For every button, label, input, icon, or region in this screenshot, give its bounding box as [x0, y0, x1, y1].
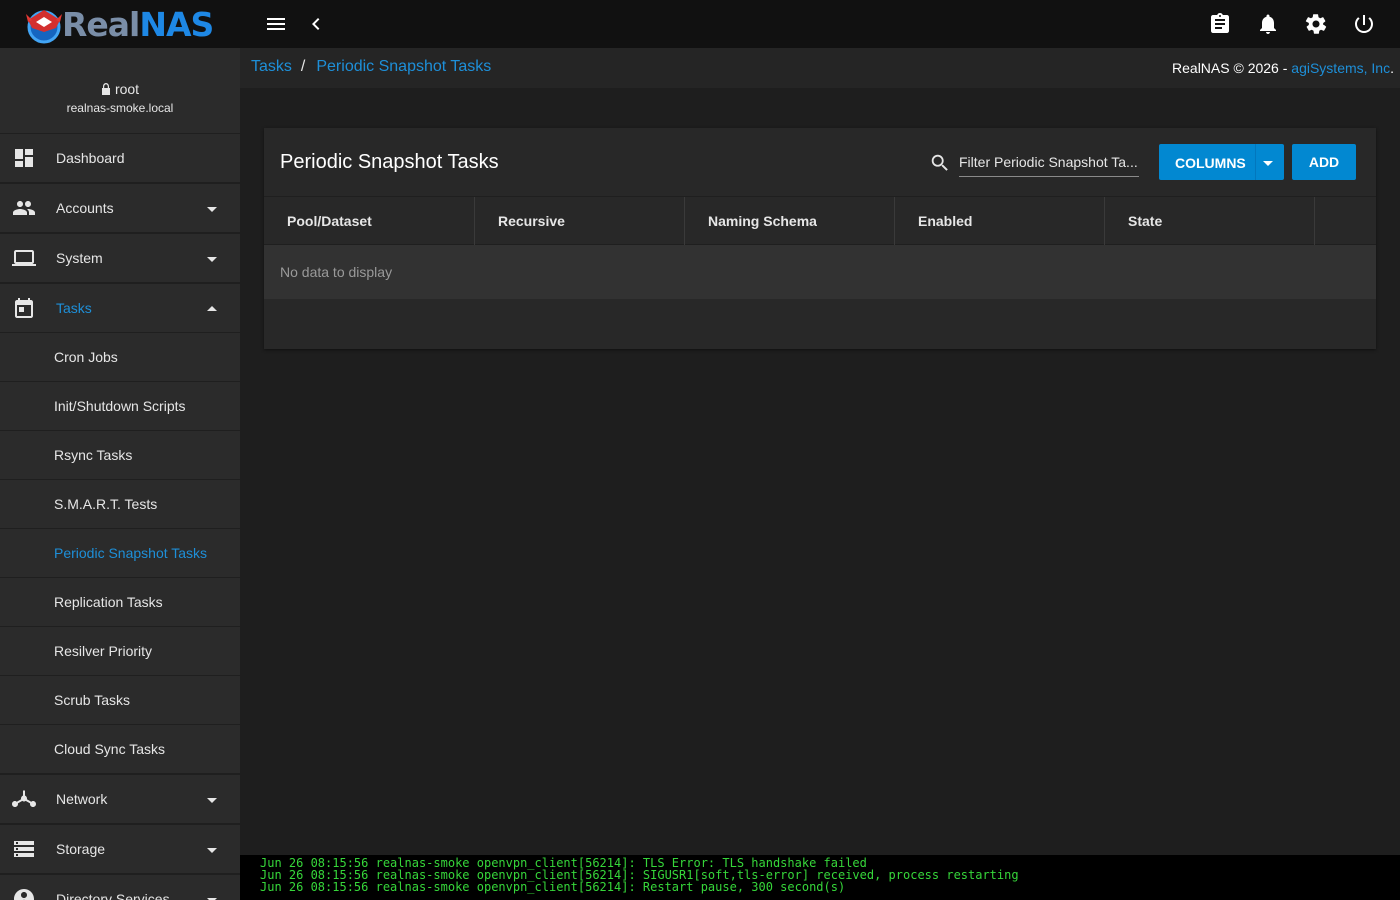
console-log: Jun 26 08:15:56 realnas-smoke openvpn_cl…	[240, 855, 1400, 900]
breadcrumb-tasks[interactable]: Tasks	[251, 58, 292, 76]
logo-mark-icon	[22, 6, 66, 44]
column-header-recursive[interactable]: Recursive	[475, 197, 685, 245]
sidebar-subitem-resilver-priority[interactable]: Resilver Priority	[0, 627, 240, 676]
chevron-left-icon[interactable]	[304, 12, 328, 36]
power-icon[interactable]	[1352, 12, 1376, 36]
user-info: root realnas-smoke.local	[0, 48, 240, 134]
breadcrumb-current[interactable]: Periodic Snapshot Tasks	[316, 58, 491, 76]
sidebar-subitem-init-shutdown-scripts[interactable]: Init/Shutdown Scripts	[0, 382, 240, 431]
breadcrumb: Tasks / Periodic Snapshot Tasks	[251, 58, 491, 76]
dashboard-icon	[12, 146, 36, 170]
table-header: Pool/Dataset Recursive Naming Schema Ena…	[264, 196, 1376, 245]
filter-input[interactable]	[959, 148, 1139, 177]
sidebar-item-network[interactable]: Network	[0, 775, 240, 825]
snapshot-tasks-card: Periodic Snapshot Tasks COLUMNS ADD Pool…	[264, 128, 1376, 349]
column-header-pool-dataset[interactable]: Pool/Dataset	[264, 197, 475, 245]
user-name-row: root	[0, 81, 240, 97]
gear-icon[interactable]	[1304, 12, 1328, 36]
columns-button-divider	[1255, 144, 1256, 180]
sidebar-subitem-cron-jobs[interactable]: Cron Jobs	[0, 333, 240, 382]
copyright: RealNAS © 2026 - agiSystems, Inc.	[1172, 60, 1394, 76]
sidebar-item-dashboard[interactable]: Dashboard	[0, 134, 240, 184]
laptop-icon	[12, 246, 36, 270]
caret-down-icon	[206, 202, 218, 214]
sidebar-subitem-cloud-sync-tasks[interactable]: Cloud Sync Tasks	[0, 725, 240, 775]
sidebar-item-label: Tasks	[56, 300, 92, 316]
lock-icon	[101, 83, 110, 95]
sidebar-item-accounts[interactable]: Accounts	[0, 184, 240, 234]
breadcrumb-separator: /	[300, 58, 306, 75]
sidebar-item-label: Accounts	[56, 200, 114, 216]
bell-icon[interactable]	[1256, 12, 1280, 36]
column-header-enabled[interactable]: Enabled	[895, 197, 1105, 245]
search-icon	[929, 152, 951, 174]
breadcrumb-bar: Tasks / Periodic Snapshot Tasks RealNAS …	[240, 48, 1400, 88]
caret-down-icon	[206, 843, 218, 855]
empty-table-message: No data to display	[264, 245, 1376, 299]
sidebar-item-storage[interactable]: Storage	[0, 825, 240, 875]
column-header-naming-schema[interactable]: Naming Schema	[685, 197, 895, 245]
sidebar-subitem-replication-tasks[interactable]: Replication Tasks	[0, 578, 240, 627]
console-line: Jun 26 08:15:56 realnas-smoke openvpn_cl…	[260, 880, 846, 894]
columns-button[interactable]: COLUMNS	[1159, 144, 1284, 180]
company-link[interactable]: agiSystems, Inc	[1291, 60, 1390, 76]
sidebar-item-directory-services[interactable]: Directory Services	[0, 875, 240, 900]
calendar-icon	[12, 296, 36, 320]
sidebar-item-label: Storage	[56, 841, 106, 857]
sidebar-subitem-rsync-tasks[interactable]: Rsync Tasks	[0, 431, 240, 480]
caret-down-icon	[206, 793, 218, 805]
sidebar-item-tasks[interactable]: Tasks	[0, 284, 240, 333]
sidebar-item-label: Directory Services	[56, 891, 170, 900]
caret-down-icon	[206, 893, 218, 900]
columns-button-label: COLUMNS	[1175, 155, 1246, 171]
sidebar-item-system[interactable]: System	[0, 234, 240, 284]
directory-icon	[12, 887, 36, 900]
sidebar: root realnas-smoke.local Dashboard Accou…	[0, 48, 240, 900]
sidebar-subitem-smart-tests[interactable]: S.M.A.R.T. Tests	[0, 480, 240, 529]
people-icon	[12, 196, 36, 220]
column-header-actions	[1315, 197, 1376, 245]
sidebar-subitem-scrub-tasks[interactable]: Scrub Tasks	[0, 676, 240, 725]
add-button[interactable]: ADD	[1292, 144, 1356, 180]
page-title: Periodic Snapshot Tasks	[280, 151, 499, 173]
clipboard-icon[interactable]	[1208, 12, 1232, 36]
logo-text: RealNAS	[62, 5, 214, 44]
realnas-logo[interactable]: RealNAS	[22, 6, 232, 44]
sidebar-item-label: System	[56, 250, 103, 266]
sidebar-subitem-periodic-snapshot-tasks[interactable]: Periodic Snapshot Tasks	[0, 529, 240, 578]
storage-icon	[12, 837, 36, 861]
caret-up-icon	[206, 302, 218, 314]
column-header-state[interactable]: State	[1105, 197, 1315, 245]
sidebar-item-label: Network	[56, 791, 108, 807]
copyright-suffix: .	[1390, 60, 1394, 76]
caret-down-icon	[206, 252, 218, 264]
sidebar-item-label: Dashboard	[56, 150, 125, 166]
top-bar: RealNAS	[0, 0, 1400, 48]
caret-down-icon[interactable]	[1262, 156, 1274, 168]
copyright-text: RealNAS © 2026 -	[1172, 60, 1292, 76]
network-icon	[12, 787, 37, 811]
user-host: realnas-smoke.local	[66, 101, 174, 115]
menu-icon[interactable]	[264, 12, 288, 36]
user-name: root	[114, 81, 140, 97]
